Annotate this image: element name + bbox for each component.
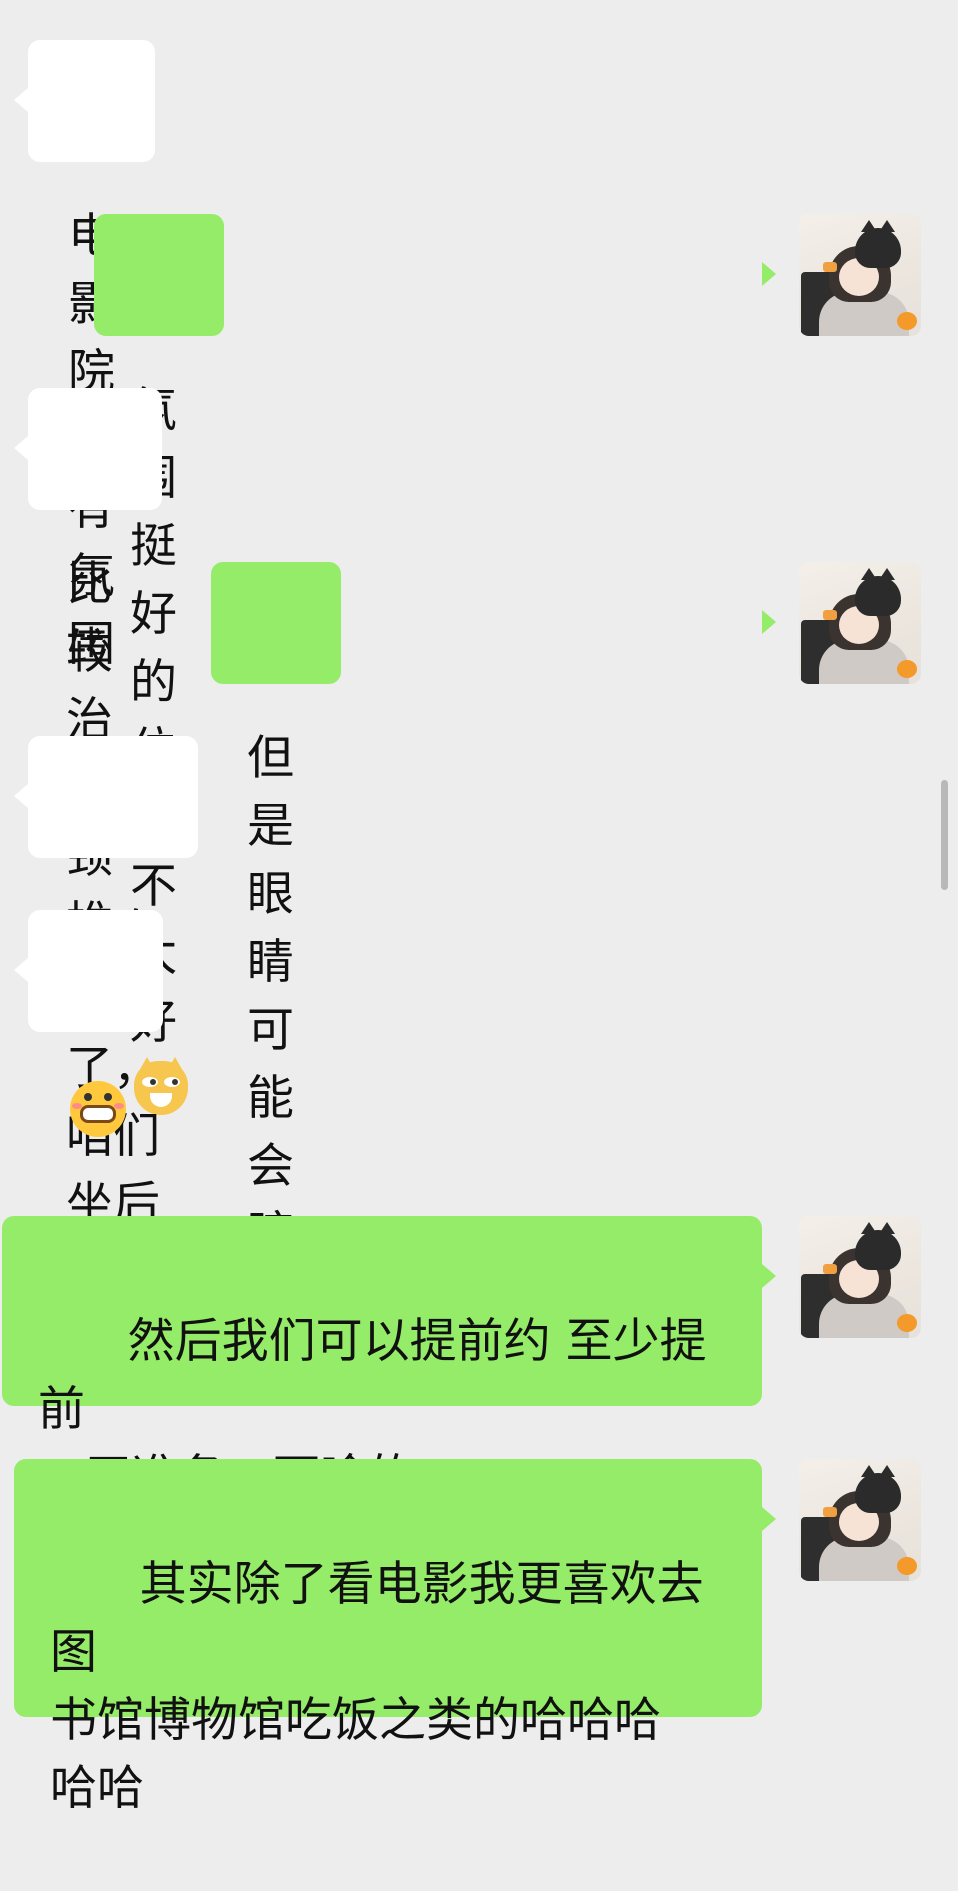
bubble-tail [762,262,776,286]
bubble-tail [14,436,28,460]
scrollbar[interactable] [941,780,948,890]
message-text: 但是眼睛可能会瞎 [247,731,294,1262]
bubble-tail [14,958,28,982]
message-bubble[interactable]: 下次不会了，咱们坐后面 [28,736,198,1300]
user-avatar[interactable] [799,1459,921,1581]
chat-thread: 电影院很有氛围 氛围挺好的 位置不太好 比较治疗颈椎 但是眼睛可能会瞎 下次不会… [0,0,958,1816]
message-text: 其实除了看电影我更喜欢去图 书馆博物馆吃饭之类的哈哈哈 哈哈 [50,1557,704,1816]
message-bubble[interactable] [28,910,163,1137]
user-avatar[interactable] [799,1216,921,1338]
user-avatar[interactable] [799,214,921,336]
bubble-tail [762,1264,776,1288]
message-bubble[interactable]: 但是眼睛可能会瞎 [211,562,341,1327]
bubble-tail [762,610,776,634]
bubble-tail [14,88,28,112]
message-bubble[interactable]: 比较治疗颈椎 [28,388,162,1017]
message-bubble[interactable]: 电影院很有氛围 [28,40,155,672]
bubble-tail [14,784,28,808]
grin-emoji [70,1081,126,1137]
message-bubble[interactable]: 氛围挺好的 位置不太好 [94,214,224,1115]
message-bubble[interactable]: 然后我们可以提前约 至少提前 一天准备一下啥的 [2,1216,762,1505]
bubble-tail [762,1507,776,1531]
message-bubble[interactable]: 其实除了看电影我更喜欢去图 书馆博物馆吃饭之类的哈哈哈 哈哈 [14,1459,762,1816]
user-avatar[interactable] [799,562,921,684]
